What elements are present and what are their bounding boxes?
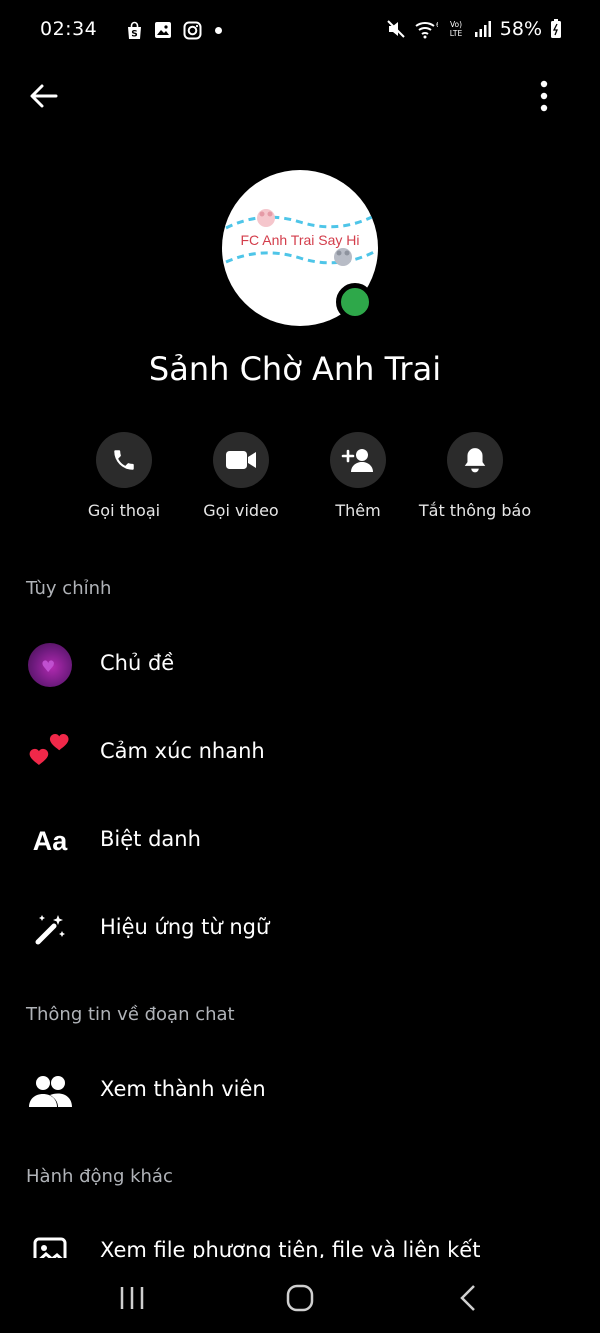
battery-icon bbox=[550, 18, 562, 40]
status-notification-icons: S bbox=[124, 20, 222, 40]
menu-item-word-effects[interactable]: Hiệu ứng từ ngữ bbox=[0, 891, 600, 967]
menu-item-view-media-label: Xem file phương tiện, file và liên kết bbox=[100, 1238, 481, 1258]
aa-text-icon: Aa bbox=[26, 817, 74, 865]
battery-percent: 58% bbox=[499, 18, 542, 40]
svg-text:Vo): Vo) bbox=[450, 20, 462, 29]
mute-notifications-button[interactable]: Tắt thông báo bbox=[400, 432, 550, 520]
section-title-chat-info: Thông tin về đoạn chat bbox=[26, 1004, 235, 1025]
menu-item-nickname-label: Biệt danh bbox=[100, 827, 201, 851]
svg-text:6: 6 bbox=[436, 21, 438, 29]
menu-item-nickname[interactable]: Aa Biệt danh bbox=[0, 803, 600, 879]
more-options-button[interactable] bbox=[524, 76, 564, 116]
menu-item-view-members[interactable]: Xem thành viên bbox=[0, 1053, 600, 1129]
theme-swatch-icon: ♥ bbox=[26, 641, 74, 689]
chevron-left-icon bbox=[460, 1285, 475, 1311]
svg-text:S: S bbox=[131, 29, 137, 39]
group-name: Sảnh Chờ Anh Trai bbox=[148, 350, 442, 388]
voice-call-circle[interactable] bbox=[96, 432, 152, 488]
signal-icon bbox=[474, 18, 492, 40]
menu-item-view-media[interactable]: Xem file phương tiện, file và liên kết bbox=[0, 1228, 600, 1258]
volte-icon: Vo) LTE bbox=[446, 18, 466, 40]
section-title-other-actions: Hành động khác bbox=[26, 1166, 173, 1187]
avatar-text: FC Anh Trai Say Hi bbox=[240, 232, 360, 248]
instagram-icon bbox=[182, 20, 202, 40]
mute-icon bbox=[386, 18, 406, 40]
aa-text: Aa bbox=[32, 825, 68, 856]
heart-emoji-icon bbox=[26, 729, 74, 777]
image-icon bbox=[26, 1228, 74, 1258]
add-person-icon bbox=[341, 449, 373, 472]
system-back-button[interactable] bbox=[438, 1278, 498, 1318]
online-status-dot bbox=[336, 283, 374, 321]
dot-icon bbox=[215, 26, 222, 34]
gallery-icon bbox=[153, 20, 173, 40]
people-icon bbox=[26, 1067, 74, 1115]
phone-icon bbox=[114, 450, 134, 470]
menu-item-word-effects-label: Hiệu ứng từ ngữ bbox=[100, 915, 270, 939]
menu-item-theme[interactable]: ♥ Chủ đề bbox=[0, 627, 600, 703]
svg-text:LTE: LTE bbox=[450, 29, 463, 38]
add-member-circle[interactable] bbox=[330, 432, 386, 488]
magic-wand-icon bbox=[26, 905, 74, 953]
menu-item-view-members-label: Xem thành viên bbox=[100, 1077, 266, 1101]
status-time: 02:34 bbox=[40, 18, 98, 40]
more-vertical-icon bbox=[540, 80, 548, 112]
recents-button[interactable] bbox=[102, 1278, 162, 1318]
recents-icon bbox=[120, 1287, 144, 1309]
back-button[interactable] bbox=[24, 76, 64, 116]
bell-icon bbox=[464, 448, 486, 473]
quick-actions: Gọi thoại Gọi video Thêm Tắt thông báo bbox=[0, 432, 600, 532]
mute-notifications-circle[interactable] bbox=[447, 432, 503, 488]
menu-item-theme-label: Chủ đề bbox=[100, 651, 175, 675]
arrow-left-icon bbox=[30, 84, 58, 108]
wifi-icon: 6 bbox=[414, 18, 438, 40]
video-camera-icon bbox=[226, 451, 256, 469]
mute-notifications-label: Tắt thông báo bbox=[418, 501, 532, 520]
section-title-customize: Tùy chỉnh bbox=[26, 578, 112, 599]
menu-item-view-media-clipped: Xem file phương tiện, file và liên kết bbox=[0, 1228, 600, 1258]
home-button[interactable] bbox=[270, 1278, 330, 1318]
menu-item-quick-reaction[interactable]: Cảm xúc nhanh bbox=[0, 715, 600, 791]
menu-item-quick-reaction-label: Cảm xúc nhanh bbox=[100, 739, 265, 763]
video-call-circle[interactable] bbox=[213, 432, 269, 488]
status-system-icons: 6 Vo)LTE 58% bbox=[386, 18, 562, 40]
system-navigation-bar bbox=[0, 1258, 600, 1333]
home-icon bbox=[286, 1284, 314, 1312]
shopee-bag-icon: S bbox=[124, 20, 144, 40]
status-bar: 02:34 S 6 Vo)LTE 58% bbox=[0, 0, 600, 62]
